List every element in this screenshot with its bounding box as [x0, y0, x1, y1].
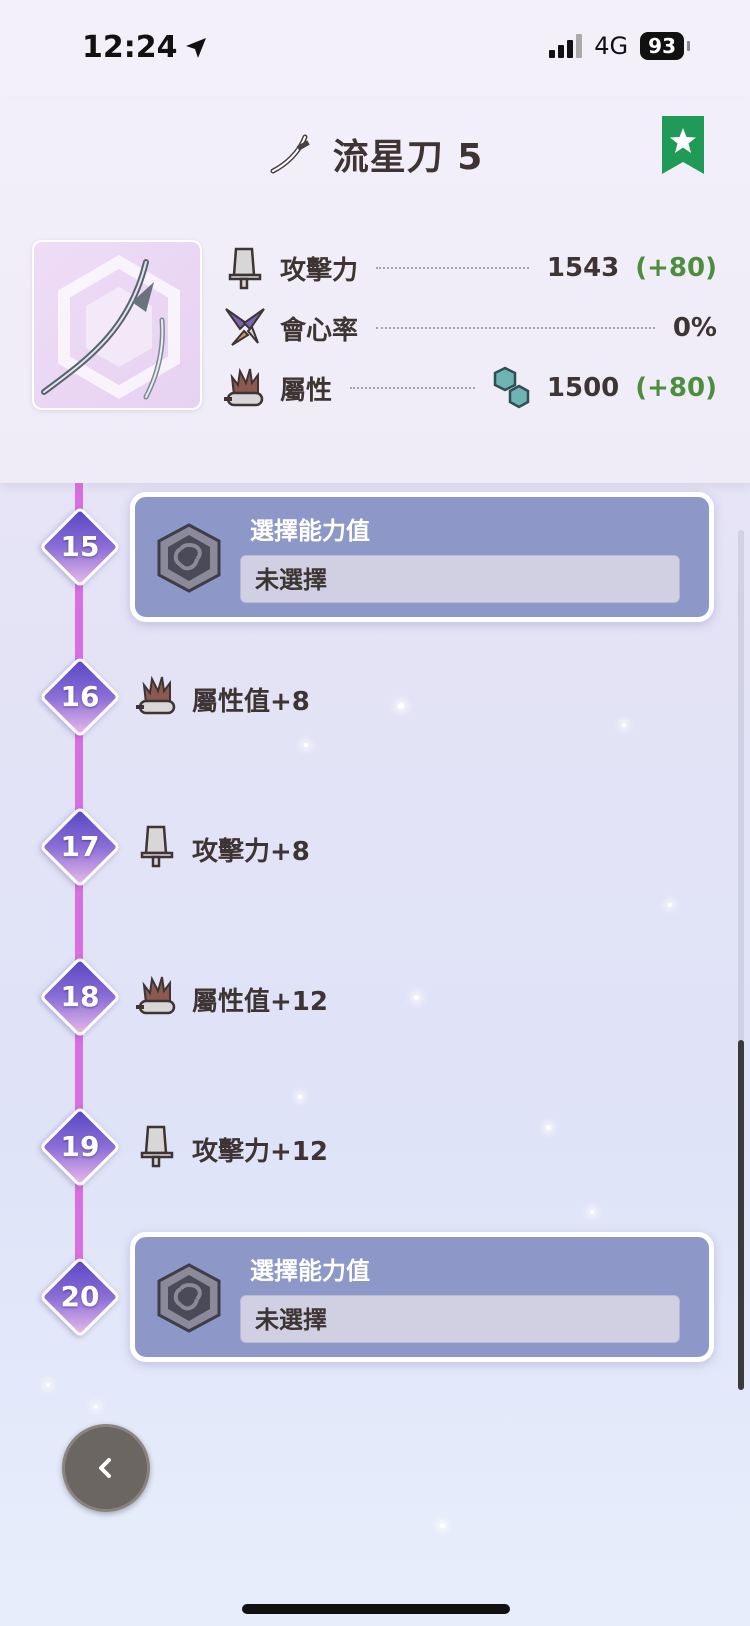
clock: 12:24	[82, 30, 178, 65]
level-badge: 17	[38, 805, 122, 889]
level-row-16: 16 屬性值+8	[0, 633, 750, 783]
home-indicator[interactable]	[242, 1604, 510, 1614]
attack-icon	[228, 247, 262, 290]
choice-title: 選擇能力值	[250, 1257, 370, 1285]
attack-icon	[140, 825, 174, 868]
page-title: 流星刀 5	[332, 137, 484, 178]
stat-label: 會心率	[280, 315, 359, 346]
level-badge: 15	[38, 505, 122, 589]
stat-value: 1500	[546, 373, 620, 403]
dotted-leader	[376, 267, 529, 269]
network-type: 4G	[594, 32, 629, 60]
element-icon	[136, 975, 176, 1015]
status-bar: 12:24 4G 93	[0, 0, 750, 100]
dotted-leader	[376, 327, 655, 329]
stat-bonus: (+80)	[635, 373, 717, 403]
stat-choice-card[interactable]: 選擇能力值 未選擇	[130, 492, 714, 622]
ability-hex-icon	[157, 523, 221, 593]
attack-icon	[140, 1125, 174, 1168]
level-row-17: 17 攻擊力+8	[0, 783, 750, 933]
level-row-18: 18 屬性值+12	[0, 933, 750, 1083]
level-badge: 20	[38, 1255, 122, 1339]
stat-affinity: 會心率 0%	[222, 298, 717, 358]
chevron-left-icon	[99, 1458, 111, 1478]
long-sword-icon	[270, 134, 310, 174]
stat-value: 0%	[672, 313, 717, 343]
stat-element: 屬性 1500 (+80)	[222, 358, 717, 418]
stat-value: 1543	[546, 253, 620, 283]
weapon-stats: 攻擊力 1543 (+80) 會心率 0% 屬性 1500 (+80)	[222, 238, 717, 418]
favorite-bookmark-icon[interactable]	[662, 116, 704, 174]
level-badge: 18	[38, 955, 122, 1039]
stat-attack: 攻擊力 1543 (+80)	[222, 238, 717, 298]
title-row: 流星刀 5	[0, 128, 750, 180]
level-row-19: 19 攻擊力+12	[0, 1083, 750, 1233]
location-arrow-icon	[185, 37, 206, 58]
level-row-20: 20 選擇能力值 未選擇	[0, 1232, 750, 1383]
choice-title: 選擇能力值	[250, 517, 370, 545]
signal-icon	[549, 34, 583, 58]
dotted-leader	[350, 387, 475, 389]
weapon-header: 流星刀 5 攻擊力 1543 (+80) 會心率 0% 屬性 1500 (+80…	[0, 100, 750, 483]
level-effect: 屬性值+12	[192, 987, 328, 1017]
battery-icon: 93	[640, 32, 690, 60]
choice-select[interactable]: 未選擇	[240, 1295, 680, 1343]
stat-bonus: (+80)	[635, 253, 717, 283]
level-effect: 攻擊力+8	[192, 837, 310, 867]
scrollbar-thumb[interactable]	[738, 1040, 744, 1390]
ability-hex-icon	[157, 1263, 221, 1333]
stat-choice-card[interactable]: 選擇能力值 未選擇	[130, 1232, 714, 1362]
stat-label: 屬性	[280, 375, 333, 406]
water-element-icon	[493, 366, 530, 409]
back-button[interactable]	[62, 1424, 150, 1512]
stat-label: 攻擊力	[280, 255, 359, 286]
level-effect: 攻擊力+12	[192, 1137, 328, 1167]
weapon-image	[32, 240, 202, 410]
affinity-icon	[225, 308, 265, 346]
choice-select[interactable]: 未選擇	[240, 555, 680, 603]
level-badge: 19	[38, 1105, 122, 1189]
status-time: 12:24	[82, 30, 208, 65]
level-badge: 16	[38, 655, 122, 739]
element-icon	[136, 675, 176, 715]
level-effect: 屬性值+8	[192, 687, 310, 717]
status-indicators: 4G 93	[549, 32, 690, 60]
level-row-15: 15 選擇能力值 未選擇	[0, 483, 750, 633]
element-icon	[224, 367, 264, 407]
